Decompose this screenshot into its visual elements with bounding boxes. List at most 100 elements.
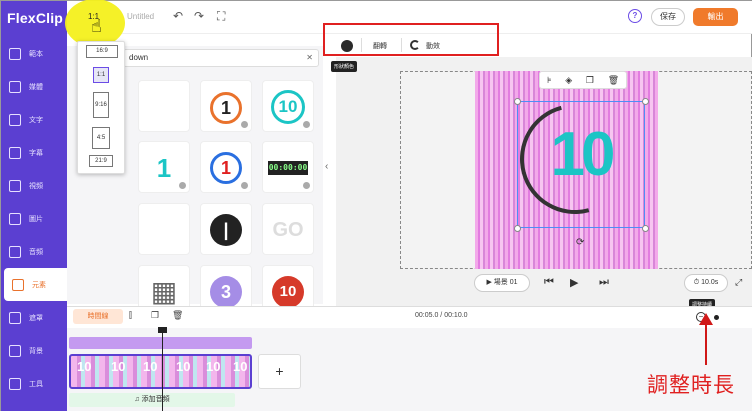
help-icon[interactable]: ? <box>628 9 642 23</box>
selection-box[interactable] <box>517 101 645 228</box>
split-icon[interactable]: ⫿ <box>129 310 132 321</box>
element-tile[interactable] <box>138 203 190 255</box>
countdown-number: | <box>201 204 251 254</box>
ratio-option-9-16[interactable]: 9:16 <box>93 92 109 118</box>
clip-thumbnail: 10 <box>233 359 248 374</box>
sidebar-item-label: 字幕 <box>29 149 43 157</box>
sidebar-item-tools[interactable]: 工具 <box>1 367 67 400</box>
fullscreen-icon[interactable]: ⛶ <box>217 9 225 24</box>
text-icon <box>9 113 21 126</box>
search-value: down <box>129 53 149 62</box>
element-tile[interactable]: 1 <box>200 80 252 132</box>
redo-icon[interactable]: ↷ <box>194 9 204 23</box>
element-track[interactable] <box>69 337 252 349</box>
sidebar-item-label: 圖片 <box>29 215 43 223</box>
sidebar-item-template[interactable]: 範本 <box>1 37 67 70</box>
element-tile[interactable]: 1 <box>138 141 190 193</box>
duplicate-icon[interactable]: ❐ <box>586 75 594 86</box>
video-clip[interactable] <box>69 354 252 389</box>
sidebar-item-subtitle[interactable]: 字幕 <box>1 136 67 169</box>
sidebar-item-video[interactable]: 視頻 <box>1 169 67 202</box>
next-icon[interactable]: ⏭ <box>599 276 609 289</box>
scene-button[interactable]: ▶ 場景 01 <box>474 274 530 292</box>
resize-handle[interactable] <box>642 225 649 232</box>
animated-badge-icon <box>303 182 310 189</box>
sidebar-item-element[interactable]: 元素 <box>4 268 67 301</box>
timecode: 00:05.0 / 00:10.0 <box>415 312 468 319</box>
playhead-handle[interactable] <box>158 327 167 333</box>
align-icon[interactable]: ⊧ <box>547 75 552 86</box>
color-tooltip: 形狀顏色 <box>331 61 358 72</box>
object-toolbar: ⊧ ◈ ❐ 🗑 <box>539 71 627 89</box>
sidebar-item-image[interactable]: 圖片 <box>1 202 67 235</box>
expand-icon[interactable]: ⤢ <box>735 277 742 288</box>
previous-icon[interactable]: ⏮ <box>544 276 554 289</box>
sidebar-item-label: 媒體 <box>29 83 43 91</box>
countdown-number: GO <box>272 219 304 241</box>
add-music-button[interactable]: ♫ 添加音頻 <box>69 393 235 407</box>
scene-label: 場景 01 <box>493 279 518 286</box>
sidebar: FlexClip 範本 媒體 文字 字幕 視頻 圖片 音頻 元素 遮罩 背景 工… <box>1 1 67 411</box>
sidebar-item-label: 音頻 <box>29 248 43 256</box>
copy-icon[interactable]: ❐ <box>151 310 159 321</box>
clear-search-icon[interactable]: ✕ <box>306 50 313 66</box>
audio-icon <box>9 245 21 258</box>
hand-cursor-icon: ☝ <box>91 16 102 36</box>
play-icon[interactable]: ▶ <box>570 276 578 289</box>
zoom-slider-handle[interactable] <box>714 315 719 320</box>
ratio-option-1-1[interactable]: 1:1 <box>93 67 109 83</box>
timeline-button[interactable]: 時間線 <box>73 309 123 324</box>
animated-badge-icon <box>241 182 248 189</box>
sidebar-item-label: 遮罩 <box>29 314 43 322</box>
sidebar-item-background[interactable]: 背景 <box>1 334 67 367</box>
resize-handle[interactable] <box>642 98 649 105</box>
duration-button[interactable]: ⏱ 10.0s <box>684 274 728 292</box>
search-input[interactable]: down ✕ <box>123 49 319 67</box>
export-button[interactable]: 輸出 <box>693 8 738 26</box>
animation-icon[interactable] <box>410 40 420 50</box>
collapse-panel-icon[interactable]: ‹ <box>325 161 333 185</box>
undo-icon[interactable]: ↶ <box>173 9 183 23</box>
element-tile[interactable]: 00:00:00 <box>262 141 314 193</box>
sidebar-items: 範本 媒體 文字 字幕 視頻 圖片 音頻 元素 遮罩 背景 工具 <box>1 37 67 400</box>
logo: FlexClip <box>7 10 64 26</box>
sidebar-item-media[interactable]: 媒體 <box>1 70 67 103</box>
template-icon <box>9 47 21 60</box>
media-icon <box>9 80 21 93</box>
subtitle-icon <box>9 146 21 159</box>
element-tile[interactable]: GO <box>262 203 314 255</box>
duration-value: 10.0s <box>701 279 719 286</box>
playhead[interactable] <box>162 328 163 411</box>
delete-icon[interactable]: 🗑 <box>172 310 183 321</box>
sidebar-item-label: 背景 <box>29 347 43 355</box>
ratio-option-4-5[interactable]: 4:5 <box>92 127 110 149</box>
tools-icon <box>9 377 21 390</box>
add-scene-button[interactable]: + <box>258 354 301 389</box>
flip-button[interactable]: 翻轉 <box>373 41 387 51</box>
add-music-label: 添加音頻 <box>141 396 170 403</box>
element-tile[interactable]: 10 <box>262 80 314 132</box>
resize-handle[interactable] <box>514 98 521 105</box>
annotation-arrow <box>705 317 707 365</box>
image-icon <box>9 212 21 225</box>
divider <box>361 38 362 52</box>
sidebar-item-audio[interactable]: 音頻 <box>1 235 67 268</box>
clip-thumbnail: 10 <box>176 359 191 374</box>
project-title[interactable]: Untitled <box>127 12 154 21</box>
ratio-option-21-9[interactable]: 21:9 <box>89 155 113 167</box>
resize-handle[interactable] <box>514 225 521 232</box>
sidebar-item-text[interactable]: 文字 <box>1 103 67 136</box>
delete-icon[interactable]: 🗑 <box>608 75 619 86</box>
ratio-option-16-9[interactable]: 16:9 <box>86 45 118 58</box>
shape-color-button[interactable] <box>341 40 353 52</box>
element-tile[interactable]: | <box>200 203 252 255</box>
layer-icon[interactable]: ◈ <box>565 75 572 86</box>
element-tile[interactable]: 1 <box>200 141 252 193</box>
rotate-icon[interactable]: ⟳ <box>576 237 584 248</box>
save-button[interactable]: 保存 <box>651 8 685 26</box>
animation-button[interactable]: 動效 <box>426 41 440 51</box>
sidebar-item-label: 範本 <box>29 50 43 58</box>
element-tile[interactable] <box>138 80 190 132</box>
clip-thumbnail: 10 <box>143 359 158 374</box>
sidebar-item-mask[interactable]: 遮罩 <box>1 301 67 334</box>
